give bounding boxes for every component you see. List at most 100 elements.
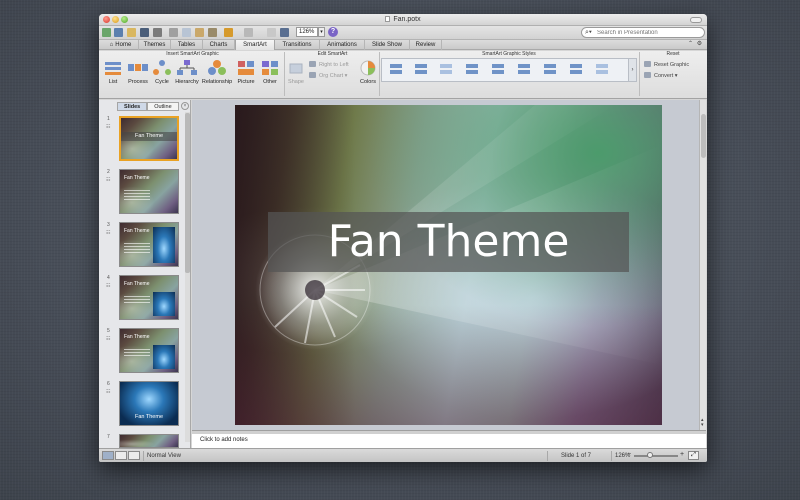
hierarchy-button[interactable]: Hierarchy	[174, 59, 200, 86]
thumbnail-photo	[153, 227, 175, 263]
thumbnail-title: Fan Theme	[124, 281, 150, 287]
tab-review[interactable]: Review	[410, 40, 442, 50]
slide-thumbnail-row[interactable]: 2 ☷ Fan Theme	[99, 169, 191, 217]
org-chart-button[interactable]: Org Chart ▾	[309, 72, 347, 80]
paste-icon[interactable]	[195, 28, 204, 37]
tab-slides[interactable]: Slides	[117, 102, 148, 111]
status-separator	[547, 451, 548, 461]
slide-thumbnail[interactable]: Fan Theme	[119, 381, 179, 426]
tab-themes[interactable]: Themes	[139, 40, 171, 50]
scrollbar-thumb[interactable]	[185, 113, 190, 273]
shape-button[interactable]: Shape	[286, 59, 306, 86]
picture-button[interactable]: Picture	[234, 59, 258, 86]
process-button[interactable]: Process	[126, 59, 150, 86]
open-icon[interactable]	[127, 28, 136, 37]
slide-number: 4	[107, 275, 110, 281]
cycle-button[interactable]: Cycle	[151, 59, 173, 86]
zoom-field[interactable]: 126%	[296, 27, 318, 37]
print-icon[interactable]	[153, 28, 162, 37]
slide-show-icon[interactable]	[280, 28, 289, 37]
slide-vertical-scrollbar[interactable]: ▴ ▾	[699, 100, 706, 430]
slide-thumbnail-row[interactable]: 1 ☷ Fan Theme	[99, 116, 191, 164]
slide-title[interactable]: Fan Theme	[268, 212, 629, 272]
list-button[interactable]: List	[101, 59, 125, 86]
slide-thumbnail[interactable]	[119, 434, 179, 448]
format-painter-icon[interactable]	[208, 28, 217, 37]
shape-label: Shape	[288, 79, 304, 85]
status-separator	[611, 451, 612, 461]
zoom-dropdown-arrow[interactable]: ▾	[318, 27, 325, 37]
toolbar-toggle-button[interactable]	[690, 17, 702, 23]
slide-thumbnail[interactable]: Fan Theme	[119, 116, 179, 161]
slide-thumbnail[interactable]: Fan Theme	[119, 222, 179, 267]
process-label: Process	[128, 79, 148, 85]
cut-icon[interactable]	[169, 28, 178, 37]
zoom-slider-knob[interactable]	[647, 452, 653, 458]
convert-button[interactable]: Convert ▾	[644, 72, 678, 80]
other-button[interactable]: Other	[259, 59, 281, 86]
slide-number: 1	[107, 116, 110, 122]
insert-picture-icon[interactable]	[267, 28, 276, 37]
slide-thumbnail[interactable]: Fan Theme	[119, 328, 179, 373]
window-title-text: Fan.potx	[393, 16, 421, 23]
undo-icon[interactable]	[224, 28, 233, 37]
gallery-next-arrow[interactable]: ›	[628, 59, 636, 81]
tab-slide-show[interactable]: Slide Show	[365, 40, 410, 50]
zoom-in-icon[interactable]: +	[680, 451, 684, 459]
org-chart-icon	[309, 72, 316, 78]
slide-thumbnail-row[interactable]: 3 ☷ Fan Theme	[99, 222, 191, 270]
redo-icon[interactable]	[244, 28, 253, 37]
slide-thumbnail-row[interactable]: 4 ☷ Fan Theme	[99, 275, 191, 323]
current-slide[interactable]: Fan Theme	[235, 105, 662, 425]
save-icon[interactable]	[140, 28, 149, 37]
new-icon[interactable]	[114, 28, 123, 37]
slide-sorter-view-button[interactable]	[115, 451, 127, 460]
slides-pane-scrollbar[interactable]	[185, 112, 190, 442]
other-label: Other	[263, 79, 277, 85]
collapse-ribbon-icon[interactable]: ⌃	[687, 41, 694, 48]
zoom-slider[interactable]	[634, 452, 678, 458]
group-label-reset: Reset	[666, 51, 680, 57]
tab-outline[interactable]: Outline	[147, 102, 179, 111]
search-box[interactable]: ⌕▾	[581, 27, 705, 38]
other-icon	[262, 61, 278, 75]
slide-thumbnail[interactable]: Fan Theme	[119, 275, 179, 320]
previous-next-slide-arrows[interactable]: ▴ ▾	[701, 418, 704, 428]
reset-graphic-button[interactable]: Reset Graphic	[644, 61, 689, 69]
right-to-left-icon	[309, 61, 316, 67]
slide-show-view-button[interactable]	[128, 451, 140, 460]
new-from-template-icon[interactable]	[102, 28, 111, 37]
copy-icon[interactable]	[182, 28, 191, 37]
zoom-out-icon[interactable]: −	[627, 451, 631, 459]
tab-smartart[interactable]: SmartArt	[235, 40, 275, 50]
org-chart-label: Org Chart	[319, 73, 344, 79]
normal-view-button[interactable]	[102, 451, 114, 460]
scrollbar-thumb[interactable]	[701, 114, 706, 158]
notes-placeholder[interactable]: Click to add notes	[200, 437, 248, 443]
slide-thumbnail[interactable]: Fan Theme	[119, 169, 179, 214]
close-pane-icon[interactable]: ×	[181, 102, 189, 110]
help-icon[interactable]: ?	[328, 27, 338, 37]
slide-number: 7	[107, 434, 110, 440]
notes-pane[interactable]: Click to add notes	[192, 434, 706, 448]
tab-animations[interactable]: Animations	[320, 40, 365, 50]
slide-notes-icon: ☷	[106, 389, 111, 395]
slides-pane: Slides Outline × 1 ☷ Fan Theme 2 ☷ Fan T…	[99, 100, 191, 448]
title-bar: Fan.potx	[99, 14, 707, 26]
slide-thumbnail-row[interactable]: 6 ☷ Fan Theme	[99, 381, 191, 429]
ribbon-options-icon[interactable]: ⚙	[696, 41, 703, 48]
relationship-button[interactable]: Relationship	[201, 59, 233, 86]
colors-button[interactable]: Colors	[357, 59, 379, 86]
tab-home[interactable]: ⌂ Home	[103, 40, 139, 50]
relationship-label: Relationship	[201, 79, 233, 85]
right-to-left-button[interactable]: Right to Left	[309, 61, 349, 69]
search-input[interactable]	[597, 28, 702, 37]
tab-transitions[interactable]: Transitions	[275, 40, 320, 50]
fit-to-window-icon[interactable]: ⤢	[688, 451, 699, 460]
tab-tables[interactable]: Tables	[171, 40, 203, 50]
slide-number: 5	[107, 328, 110, 334]
slide-thumbnail-row[interactable]: 5 ☷ Fan Theme	[99, 328, 191, 376]
smartart-styles-gallery[interactable]: ›	[381, 58, 637, 82]
thumbnail-title: Fan Theme	[134, 414, 164, 420]
tab-charts[interactable]: Charts	[203, 40, 235, 50]
